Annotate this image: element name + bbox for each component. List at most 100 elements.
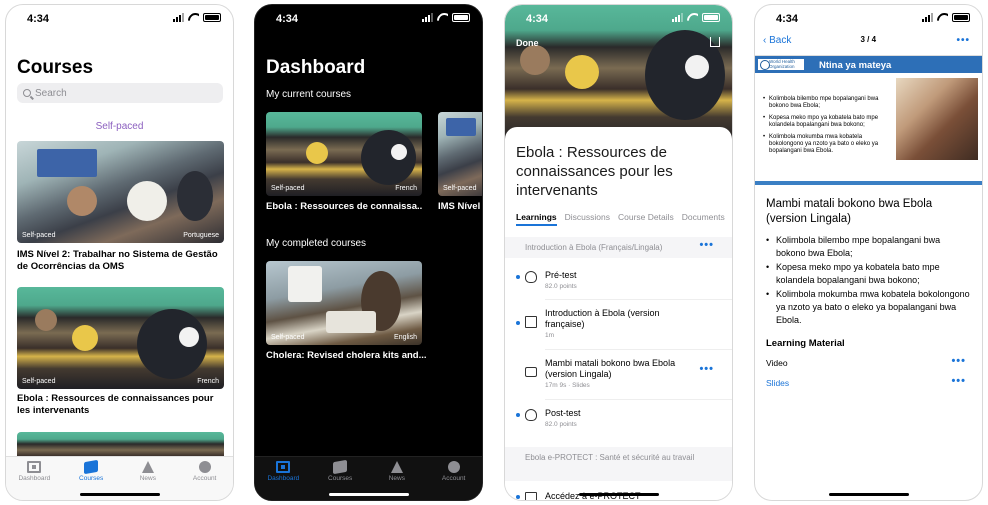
item-title: Post-test bbox=[545, 408, 581, 418]
document-icon bbox=[525, 492, 537, 500]
content-bullet: Kolimbola mokumba mwa kobatela bokolongo… bbox=[766, 288, 971, 327]
course-tag: Self-paced bbox=[271, 334, 305, 341]
item-title: Introduction à Ebola (version française) bbox=[545, 308, 660, 329]
dashboard-screen: 4:34 Dashboard My current courses Self-p… bbox=[254, 4, 483, 501]
tab-account[interactable]: Account bbox=[180, 461, 230, 500]
learning-item[interactable]: Mambi matali bokono bwa Ebola (version L… bbox=[505, 353, 732, 399]
status-icons bbox=[672, 13, 720, 22]
course-card-image[interactable]: Self-paced French bbox=[17, 287, 224, 389]
course-title: Ebola : Ressources de connaissances pour… bbox=[516, 144, 673, 199]
tab-dashboard[interactable]: Dashboard bbox=[9, 461, 59, 500]
back-label: Back bbox=[769, 35, 792, 46]
search-placeholder: Search bbox=[35, 87, 67, 99]
more-icon[interactable]: ••• bbox=[699, 363, 714, 375]
section-completed-courses: My completed courses bbox=[266, 238, 367, 249]
status-bar: 4:34 bbox=[755, 5, 982, 31]
content-bullet: Kopesa meko mpo ya kobatela bato mpe kol… bbox=[766, 261, 971, 287]
quiz-icon bbox=[525, 409, 537, 421]
status-icons bbox=[422, 13, 470, 22]
course-card-image[interactable]: Self-paced French bbox=[266, 112, 422, 196]
slide-header: World Health Organization Ntina ya matey… bbox=[755, 56, 982, 73]
content-bullet: Kolimbola bilembo mpe bopalangani bwa bo… bbox=[766, 234, 971, 260]
tab-label: News bbox=[139, 475, 156, 482]
slide-bullet: Kolimbola bilembo mpe bopalangani bwa bo… bbox=[763, 96, 893, 110]
course-card-image[interactable]: Self-paced bbox=[438, 112, 482, 196]
material-slides[interactable]: Slides bbox=[766, 378, 789, 388]
material-video[interactable]: Video bbox=[766, 358, 788, 368]
tab-label: Dashboard bbox=[18, 475, 51, 482]
battery-icon bbox=[452, 13, 470, 22]
more-icon[interactable]: ••• bbox=[956, 35, 970, 46]
tab-label: Dashboard bbox=[267, 475, 300, 482]
account-icon bbox=[198, 461, 211, 473]
status-bar: 4:34 bbox=[6, 5, 233, 31]
tab-documents[interactable]: Documents bbox=[682, 212, 725, 226]
learning-group-header: Introduction à Ebola (Français/Lingala) … bbox=[505, 237, 732, 258]
unread-dot bbox=[516, 321, 520, 325]
section-self-paced: Self-paced bbox=[95, 121, 144, 132]
course-card-image[interactable]: Self-paced English bbox=[266, 261, 422, 345]
more-icon[interactable]: ••• bbox=[699, 240, 714, 251]
tab-learnings[interactable]: Learnings bbox=[516, 212, 557, 226]
learning-group-header: Ebola e-PROTECT : Santé et sécurité au t… bbox=[505, 447, 732, 481]
course-detail-screen: 4:34 Done Ebola : Ressources de connaiss… bbox=[504, 4, 733, 501]
home-indicator bbox=[828, 493, 909, 496]
share-icon[interactable] bbox=[710, 37, 720, 47]
course-sheet: Ebola : Ressources de connaissances pour… bbox=[505, 127, 732, 500]
dashboard-icon bbox=[27, 461, 42, 473]
divider bbox=[545, 349, 732, 350]
account-icon bbox=[447, 461, 460, 473]
learning-item[interactable]: Post-test 82.0 points bbox=[505, 403, 732, 437]
search-input[interactable]: Search bbox=[17, 83, 223, 103]
course-title[interactable]: Ebola : Ressources de connaissa... bbox=[266, 201, 422, 212]
status-icons bbox=[173, 13, 221, 22]
course-title[interactable]: IMS Nível 2 bbox=[438, 201, 482, 212]
course-language: English bbox=[394, 334, 417, 341]
course-title[interactable]: IMS Nível 2: Trabalhar no Sistema de Ges… bbox=[17, 249, 222, 273]
page-title: Courses bbox=[17, 57, 94, 78]
tab-discussions[interactable]: Discussions bbox=[565, 212, 610, 226]
course-card-image[interactable]: Self-paced Portuguese bbox=[17, 141, 224, 243]
status-time: 4:34 bbox=[776, 13, 799, 25]
status-icons bbox=[922, 13, 970, 22]
more-icon[interactable]: ••• bbox=[951, 375, 966, 387]
item-subtitle: 1m bbox=[545, 332, 555, 339]
slide-title: Ntina ya mateya bbox=[819, 60, 892, 71]
search-icon bbox=[23, 89, 31, 97]
wifi-icon bbox=[437, 13, 448, 22]
tab-course-details[interactable]: Course Details bbox=[618, 212, 674, 226]
group-title: Introduction à Ebola (Français/Lingala) bbox=[525, 243, 663, 252]
more-icon[interactable]: ••• bbox=[951, 355, 966, 367]
tab-label: Courses bbox=[328, 475, 353, 482]
tab-dashboard[interactable]: Dashboard bbox=[258, 461, 308, 500]
learning-item[interactable]: Introduction à Ebola (version française)… bbox=[505, 303, 732, 351]
slide-photo bbox=[896, 78, 978, 160]
course-tabs: Learnings Discussions Course Details Doc… bbox=[516, 212, 725, 226]
signal-icon bbox=[422, 13, 433, 22]
course-language: French bbox=[197, 378, 219, 385]
wifi-icon bbox=[687, 13, 698, 22]
back-button[interactable]: ‹ Back bbox=[763, 35, 791, 46]
course-title[interactable]: Cholera: Revised cholera kits and... bbox=[266, 350, 436, 361]
divider bbox=[545, 399, 732, 400]
learning-item[interactable]: Pré-test 82.0 points bbox=[505, 265, 732, 299]
tab-label: Account bbox=[192, 475, 217, 482]
status-bar: 4:34 bbox=[505, 5, 732, 31]
courses-screen: 4:34 Courses Search Self-paced Self-pace… bbox=[5, 4, 234, 501]
content-bullets: Kolimbola bilembo mpe bopalangani bwa bo… bbox=[766, 234, 971, 328]
tab-label: News bbox=[388, 475, 405, 482]
signal-icon bbox=[922, 13, 933, 22]
content-heading: Mambi matali bokono bwa Ebola (version L… bbox=[766, 198, 933, 225]
item-subtitle: 82.0 points bbox=[545, 421, 577, 428]
quiz-icon bbox=[525, 271, 537, 283]
wifi-icon bbox=[937, 13, 948, 22]
who-logo: World Health Organization bbox=[758, 59, 804, 70]
news-icon bbox=[141, 461, 154, 473]
slide-viewer-screen: 4:34 ‹ Back 3 / 4 ••• World Health Organ… bbox=[754, 4, 983, 501]
course-title[interactable]: Ebola : Ressources de connaissances pour… bbox=[17, 393, 222, 417]
tab-account[interactable]: Account bbox=[429, 461, 479, 500]
tab-label: Courses bbox=[79, 475, 104, 482]
slide-preview[interactable]: World Health Organization Ntina ya matey… bbox=[755, 55, 982, 185]
battery-icon bbox=[702, 13, 720, 22]
done-button[interactable]: Done bbox=[516, 38, 539, 48]
